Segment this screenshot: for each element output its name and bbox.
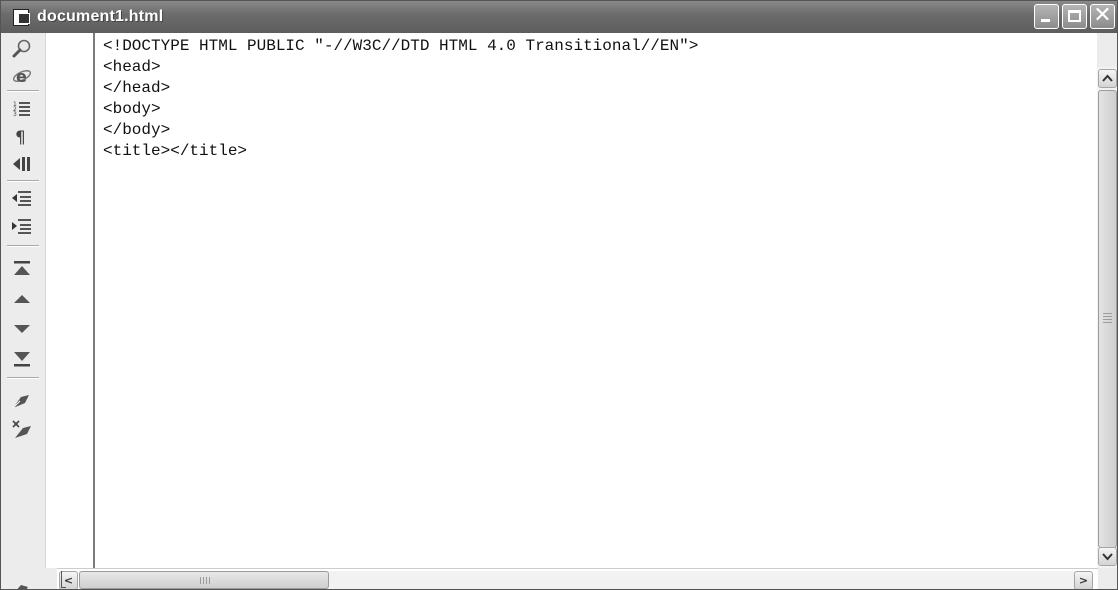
scroll-up-button[interactable] bbox=[1098, 69, 1117, 88]
next-button[interactable] bbox=[11, 319, 33, 339]
code-line[interactable]: <head> bbox=[103, 57, 1097, 78]
scroll-right-button[interactable]: > bbox=[1074, 571, 1093, 589]
previous-button[interactable] bbox=[11, 289, 33, 309]
code-text[interactable]: <!DOCTYPE HTML PUBLIC "-//W3C//DTD HTML … bbox=[95, 33, 1097, 162]
clear-bookmark-icon bbox=[12, 420, 31, 438]
code-line[interactable]: <body> bbox=[103, 99, 1097, 120]
chevron-down-icon bbox=[1102, 553, 1113, 561]
svg-text:e: e bbox=[16, 67, 27, 86]
vertical-scrollbar[interactable] bbox=[1097, 67, 1117, 568]
outdent-icon bbox=[12, 191, 31, 206]
horizontal-scrollbar[interactable]: < > bbox=[57, 568, 1098, 589]
outdent-button[interactable] bbox=[11, 189, 33, 209]
find-icon bbox=[12, 39, 31, 58]
chevron-right-icon: > bbox=[1078, 574, 1089, 587]
go-to-top-icon bbox=[14, 261, 30, 275]
paragraph-marks-icon: ¶ bbox=[15, 128, 26, 148]
chevron-up-icon bbox=[1102, 74, 1113, 82]
find-button[interactable] bbox=[11, 39, 33, 59]
code-line[interactable]: <!DOCTYPE HTML PUBLIC "-//W3C//DTD HTML … bbox=[103, 36, 1097, 57]
minimize-button[interactable] bbox=[1034, 4, 1059, 29]
line-gutter bbox=[45, 33, 95, 568]
more-tools-button[interactable] bbox=[11, 581, 33, 589]
next-icon bbox=[14, 325, 30, 333]
indent-button[interactable] bbox=[11, 217, 33, 237]
vertical-scroll-thumb[interactable] bbox=[1098, 90, 1117, 548]
word-wrap-icon bbox=[13, 157, 30, 171]
minimize-icon bbox=[1041, 19, 1050, 22]
bookmark-next-icon bbox=[17, 585, 28, 589]
code-line[interactable]: </head> bbox=[103, 78, 1097, 99]
go-to-top-button[interactable] bbox=[11, 259, 33, 279]
line-numbers-icon: 1 2 3 bbox=[13, 101, 30, 118]
word-wrap-button[interactable] bbox=[11, 154, 33, 174]
code-editor[interactable]: <!DOCTYPE HTML PUBLIC "-//W3C//DTD HTML … bbox=[95, 33, 1097, 568]
bookmark-button[interactable] bbox=[11, 391, 33, 411]
horizontal-scroll-thumb[interactable] bbox=[79, 571, 329, 589]
svg-text:¶: ¶ bbox=[15, 128, 26, 147]
paragraph-marks-button[interactable]: ¶ bbox=[11, 127, 33, 148]
indent-icon bbox=[12, 219, 31, 234]
scroll-down-button[interactable] bbox=[1098, 547, 1117, 566]
previous-icon bbox=[14, 295, 30, 303]
side-toolbar: e 1 2 3 ¶ bbox=[1, 33, 45, 589]
close-button[interactable]: ✕ bbox=[1090, 4, 1115, 29]
document-icon bbox=[11, 8, 31, 26]
split-handle[interactable] bbox=[61, 571, 66, 588]
clear-bookmark-button[interactable] bbox=[11, 419, 33, 439]
svg-text:3: 3 bbox=[13, 111, 17, 118]
title-bar[interactable]: document1.html ✕ bbox=[1, 1, 1117, 33]
close-icon: ✕ bbox=[1093, 3, 1112, 28]
maximize-icon bbox=[1068, 10, 1081, 22]
window-title: document1.html bbox=[37, 8, 164, 25]
code-line[interactable]: <title></title> bbox=[103, 141, 1097, 162]
go-to-bottom-icon bbox=[14, 352, 30, 367]
code-line[interactable]: </body> bbox=[103, 120, 1097, 141]
editor-window: document1.html ✕ e 1 2 3 ¶ <!DOCTYPE HTM… bbox=[0, 0, 1118, 590]
maximize-button[interactable] bbox=[1062, 4, 1087, 29]
line-numbers-button[interactable]: 1 2 3 bbox=[11, 99, 33, 119]
bookmark-icon bbox=[12, 395, 29, 409]
browser-preview-button[interactable]: e bbox=[11, 66, 33, 86]
go-to-bottom-button[interactable] bbox=[11, 349, 33, 369]
browser-preview-icon: e bbox=[12, 67, 32, 86]
